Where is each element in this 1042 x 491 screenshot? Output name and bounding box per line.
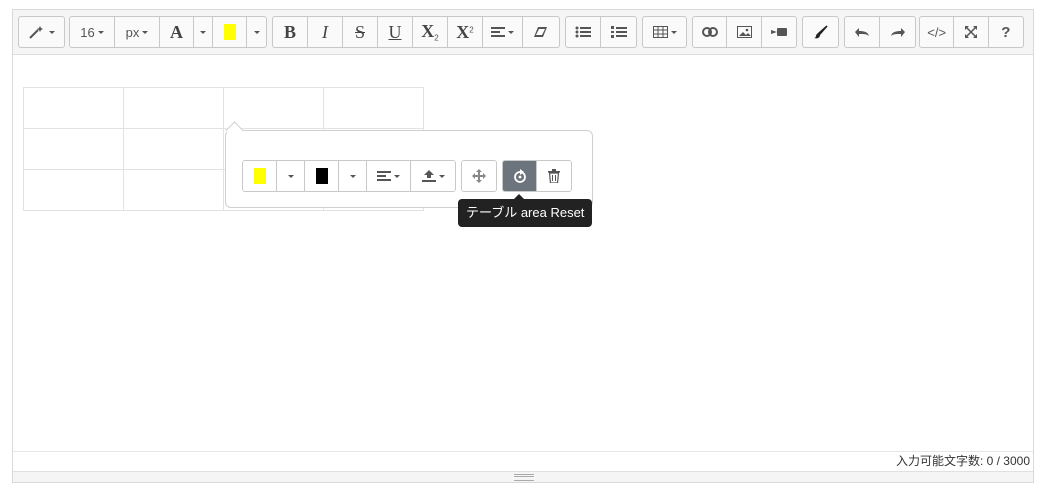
trash-icon bbox=[548, 169, 560, 183]
table-cell[interactable] bbox=[23, 87, 124, 129]
view-group: </> ? bbox=[919, 16, 1024, 48]
cell-background-swatch bbox=[253, 168, 266, 184]
numbered-list-icon bbox=[610, 26, 627, 38]
paint-group bbox=[802, 16, 839, 48]
editor-content-area[interactable] bbox=[13, 54, 1033, 452]
magic-wand-icon bbox=[28, 25, 46, 39]
reset-tooltip: テーブル area Reset bbox=[458, 194, 593, 227]
table-cell[interactable] bbox=[323, 87, 424, 129]
table-resize-button[interactable] bbox=[462, 161, 496, 191]
vertical-align-dropdown[interactable] bbox=[411, 161, 455, 191]
font-unit-value: px bbox=[125, 24, 140, 40]
highlight-swatch bbox=[223, 24, 236, 40]
char-count-status: 入力可能文字数: 0 / 3000 bbox=[13, 451, 1033, 472]
underline-icon: U bbox=[388, 21, 402, 42]
text-format-group: B I S U X2 X2 bbox=[272, 16, 560, 48]
rich-text-editor: 16 px A B I S U X2 X2 </> ? 入力可能文字数: 0 /… bbox=[12, 9, 1034, 483]
move-arrows-icon bbox=[471, 169, 487, 183]
clear-format-button[interactable] bbox=[523, 17, 559, 47]
highlight-color-button[interactable] bbox=[213, 17, 247, 47]
editor-resize-bar[interactable] bbox=[13, 471, 1033, 482]
bullet-list-icon bbox=[575, 26, 591, 38]
list-group bbox=[565, 16, 637, 48]
redo-button[interactable] bbox=[880, 17, 915, 47]
tooltip-arrow bbox=[514, 194, 524, 199]
table-cell[interactable] bbox=[123, 169, 224, 211]
insert-video-button[interactable] bbox=[762, 17, 796, 47]
fullscreen-button[interactable] bbox=[954, 17, 989, 47]
font-color-letter: A bbox=[170, 21, 183, 42]
superscript-icon: X2 bbox=[456, 21, 474, 42]
link-icon bbox=[701, 27, 718, 37]
font-color-button[interactable]: A bbox=[160, 17, 194, 47]
redo-icon bbox=[890, 27, 906, 37]
resize-grip-icon bbox=[514, 474, 534, 481]
subscript-button[interactable]: X2 bbox=[413, 17, 448, 47]
font-size-dropdown[interactable]: 16 bbox=[70, 17, 115, 47]
code-icon: </> bbox=[927, 24, 947, 40]
table-action-group bbox=[502, 160, 572, 192]
table-cell[interactable] bbox=[123, 128, 224, 170]
help-button[interactable]: ? bbox=[989, 17, 1023, 47]
italic-button[interactable]: I bbox=[308, 17, 343, 47]
delete-table-button[interactable] bbox=[537, 161, 571, 191]
table-insert-dropdown[interactable] bbox=[643, 17, 686, 47]
insert-image-button[interactable] bbox=[727, 17, 762, 47]
bold-button[interactable]: B bbox=[273, 17, 308, 47]
brush-icon bbox=[813, 25, 828, 39]
table-cell[interactable] bbox=[223, 87, 324, 129]
style-group bbox=[18, 16, 65, 48]
font-size-value: 16 bbox=[80, 24, 95, 40]
insert-group bbox=[692, 16, 797, 48]
font-color-dropdown[interactable] bbox=[194, 17, 213, 47]
table-group bbox=[642, 16, 687, 48]
align-left-icon bbox=[491, 27, 505, 37]
table-cell[interactable] bbox=[23, 169, 124, 211]
table-cell[interactable] bbox=[23, 128, 124, 170]
format-painter-button[interactable] bbox=[803, 17, 838, 47]
align-left-icon bbox=[377, 171, 391, 181]
align-dropdown[interactable] bbox=[483, 17, 523, 47]
reset-tooltip-text: テーブル area Reset bbox=[466, 205, 585, 220]
table-area-reset-button[interactable] bbox=[503, 161, 537, 191]
eraser-icon bbox=[534, 26, 548, 38]
table-resize-group bbox=[461, 160, 497, 192]
undo-icon bbox=[854, 27, 870, 37]
image-icon bbox=[736, 26, 752, 38]
italic-icon: I bbox=[322, 21, 328, 42]
vertical-align-icon bbox=[421, 170, 436, 182]
code-view-button[interactable]: </> bbox=[920, 17, 955, 47]
bullet-list-button[interactable] bbox=[566, 17, 601, 47]
table-style-group bbox=[242, 160, 456, 192]
table-icon bbox=[652, 26, 668, 38]
numbered-list-button[interactable] bbox=[601, 17, 636, 47]
strikethrough-icon: S bbox=[354, 21, 365, 42]
highlight-color-dropdown[interactable] bbox=[247, 17, 266, 47]
editor-toolbar: 16 px A B I S U X2 X2 </> ? bbox=[13, 10, 1033, 55]
superscript-button[interactable]: X2 bbox=[448, 17, 483, 47]
text-color-swatch bbox=[315, 168, 328, 184]
fullscreen-icon bbox=[964, 25, 978, 39]
font-unit-dropdown[interactable]: px bbox=[115, 17, 160, 47]
text-color-dropdown[interactable] bbox=[339, 161, 367, 191]
table-row bbox=[23, 87, 424, 129]
undo-button[interactable] bbox=[845, 17, 880, 47]
text-color-button[interactable] bbox=[305, 161, 339, 191]
insert-link-button[interactable] bbox=[693, 17, 728, 47]
cell-align-dropdown[interactable] bbox=[367, 161, 411, 191]
reset-icon bbox=[513, 169, 527, 183]
strikethrough-button[interactable]: S bbox=[343, 17, 378, 47]
underline-button[interactable]: U bbox=[378, 17, 413, 47]
font-group: 16 px A bbox=[69, 16, 267, 48]
help-icon: ? bbox=[1001, 23, 1011, 41]
table-popover bbox=[225, 121, 593, 208]
table-cell[interactable] bbox=[123, 87, 224, 129]
history-group bbox=[844, 16, 916, 48]
bold-icon: B bbox=[283, 21, 296, 42]
cell-background-button[interactable] bbox=[243, 161, 277, 191]
video-icon bbox=[770, 27, 787, 37]
subscript-icon: X2 bbox=[421, 21, 439, 43]
magic-style-button[interactable] bbox=[19, 17, 64, 47]
cell-background-dropdown[interactable] bbox=[277, 161, 305, 191]
